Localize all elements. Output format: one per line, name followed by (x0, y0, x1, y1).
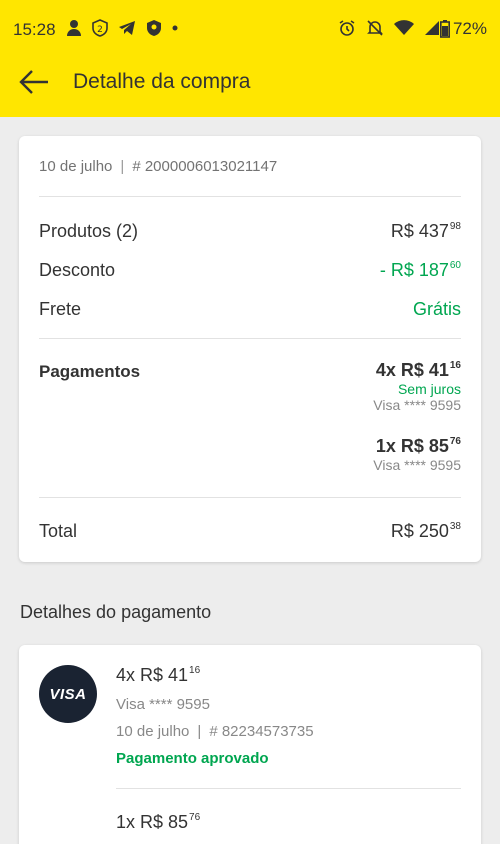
divider (39, 196, 461, 197)
page-title: Detalhe da compra (73, 70, 251, 93)
divider (116, 788, 461, 789)
detail-date: 10 de julho (116, 723, 190, 740)
visa-logo-icon: VISA (39, 665, 97, 723)
wifi-icon (394, 20, 414, 35)
payment-details-title: Detalhes do pagamento (20, 602, 212, 622)
payment-line-1: 4x R$ 4116 Sem juros Visa **** 9595 (373, 360, 461, 413)
detail-amount: 4x R$ 4116 (116, 665, 201, 685)
mute-icon (367, 20, 383, 36)
payment-details-card[interactable]: VISA 4x R$ 4116 Visa **** 9595 10 de jul… (19, 645, 481, 844)
interest-note: Sem juros (397, 381, 461, 397)
payment-card: Visa **** 9595 (373, 457, 461, 473)
svg-text:2: 2 (97, 25, 103, 35)
meta-separator: | (120, 158, 125, 175)
discount-value: - R$ 18760 (379, 260, 461, 280)
telegram-icon (119, 21, 135, 35)
app-header: 15:28 2 72% Detalhe da compra (0, 0, 500, 117)
person-icon (67, 20, 81, 36)
detail-ref: # 82234573735 (209, 723, 314, 740)
divider (39, 338, 461, 339)
meta-separator: | (197, 723, 202, 740)
products-value: R$ 43798 (390, 221, 461, 241)
total-value: R$ 25038 (390, 521, 461, 541)
payments-label: Pagamentos (39, 362, 141, 381)
detail-card: Visa **** 9595 (116, 696, 210, 713)
shipping-label: Frete (39, 299, 82, 319)
order-meta: 10 de julho | # 200000601302114​7 (39, 158, 277, 175)
badge-icon (147, 20, 161, 36)
purchase-summary-card: 10 de julho | # 200000601302114​7 Produtos… (19, 136, 481, 562)
payment-card: Visa **** 9595 (373, 397, 461, 413)
order-date: 10 de julho (39, 158, 113, 175)
discount-label: Desconto (39, 260, 116, 280)
alarm-icon (339, 20, 355, 36)
battery-icon (439, 20, 450, 38)
detail-amount: 1x R$ 8576 (116, 812, 201, 832)
detail-meta: 10 de julho | # 82234573735 (116, 723, 314, 740)
order-number: # 200000601302114​7 (132, 158, 278, 175)
payment-status: Pagamento aprovado (116, 750, 269, 767)
products-label: Produtos (2) (39, 221, 139, 241)
payment-amount: 4x R$ 4116 (375, 360, 461, 380)
notification-icons: 2 (66, 19, 178, 37)
battery-level: 72% (452, 19, 487, 38)
total-label: Total (39, 521, 78, 541)
shield-2-icon: 2 (92, 19, 108, 37)
signal-icon (425, 21, 439, 35)
payment-amount: 1x R$ 8576 (375, 436, 461, 456)
dot-icon (172, 25, 178, 31)
shipping-value: Grátis (412, 299, 461, 319)
battery-indicator: 72% (439, 19, 487, 39)
back-arrow-icon[interactable] (18, 68, 50, 96)
system-icons (338, 19, 440, 37)
divider (39, 497, 461, 498)
status-bar: 15:28 2 72% (0, 0, 500, 60)
payment-line-2: 1x R$ 8576 Visa **** 9595 (373, 436, 461, 473)
status-time: 15:28 (13, 20, 56, 39)
